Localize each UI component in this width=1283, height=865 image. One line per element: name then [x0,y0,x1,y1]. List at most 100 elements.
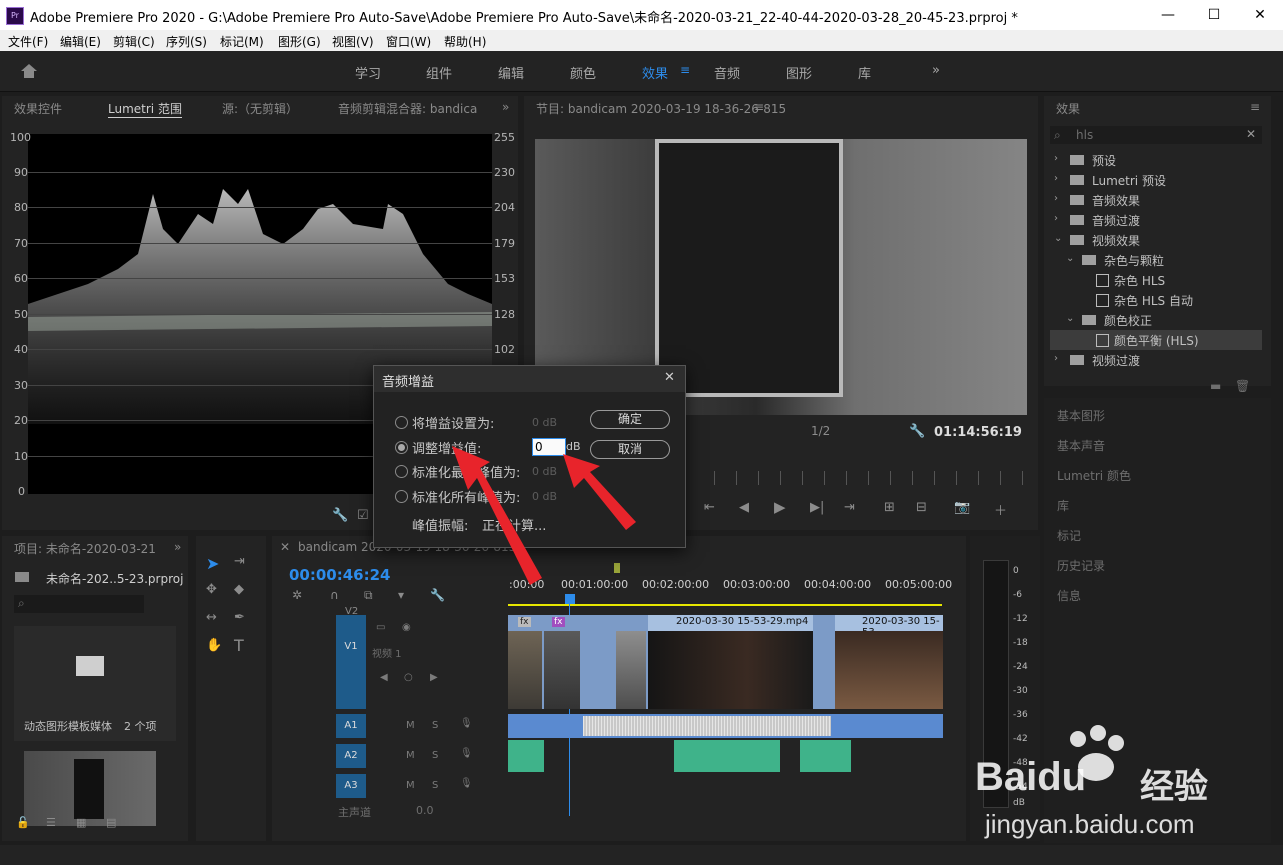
workspace-tab-audio[interactable]: 音频 [714,63,740,82]
mute-a1[interactable]: M [406,720,415,731]
effects-item-noise-hls[interactable]: 杂色 HLS [1050,270,1262,290]
effects-item-video-effects[interactable]: ⌄ 视频效果 [1050,230,1262,250]
dialog-close-button[interactable]: ✕ [664,370,675,385]
ok-button[interactable]: 确定 [590,410,670,429]
menu-file[interactable]: 文件(F) [8,33,48,50]
tab-lumetri-scopes[interactable]: Lumetri 范围 [108,100,182,118]
pen-tool-icon[interactable]: ✒ [234,610,245,625]
microphone-icon[interactable]: 🎙 [460,718,473,729]
menu-graphics[interactable]: 图形(G) [278,33,321,50]
add-marker-icon[interactable]: ▾ [398,588,404,602]
track-select-tool-icon[interactable]: ⇥ [234,554,245,569]
play-icon[interactable]: ▶ [774,498,786,516]
track-label-a3[interactable]: A3 [336,774,366,798]
microphone-icon[interactable]: 🎙 [460,748,473,759]
workspace-tab-graphics[interactable]: 图形 [786,63,812,82]
timeline-timecode[interactable]: 00:00:46:24 [289,566,391,584]
marker-icon[interactable] [614,563,620,573]
effects-item-lumetri-presets[interactable]: › Lumetri 预设 [1050,170,1262,190]
frame-forward-icon[interactable]: ▶| [810,500,824,515]
audio-clip-a1[interactable] [508,714,943,738]
step-forward-icon[interactable]: ⇥ [844,500,855,515]
monitor-ruler[interactable] [714,471,1034,485]
clip-thumbnail[interactable] [24,751,156,826]
workspace-overflow-button[interactable]: » [932,63,940,78]
nest-icon[interactable]: ✲ [292,588,302,602]
menu-clip[interactable]: 剪辑(C) [113,33,155,50]
radio-set-gain[interactable] [395,416,408,429]
audio-clip-a2[interactable] [800,740,851,772]
list-view-icon[interactable]: ☰ [46,816,56,829]
effects-item-audio-transitions[interactable]: › 音频过渡 [1050,210,1262,230]
program-menu-icon[interactable]: ≡ [754,100,764,114]
effects-search-input[interactable]: ⌕ hls ✕ [1050,126,1262,144]
lift-icon[interactable]: ⊞ [884,500,895,515]
minimize-button[interactable]: — [1145,0,1191,30]
effects-item-color-correction[interactable]: ⌄ 颜色校正 [1050,310,1262,330]
eye-icon[interactable]: ◉ [402,622,411,633]
tab-audio-clip-mixer[interactable]: 音频剪辑混合器: bandica [338,100,477,117]
settings-wrench-icon[interactable]: 🔧 [909,424,925,439]
cancel-button[interactable]: 取消 [590,440,670,459]
resolution-select[interactable]: 1/2 [811,424,830,438]
export-frame-icon[interactable]: 📷 [954,500,970,515]
menu-marker[interactable]: 标记(M) [220,33,264,50]
workspace-tab-assembly[interactable]: 组件 [426,63,452,82]
effects-item-noise-grain[interactable]: ⌄ 杂色与颗粒 [1050,250,1262,270]
adjust-gain-input[interactable]: 0 [532,438,566,456]
clear-search-icon[interactable]: ✕ [1246,127,1256,141]
solo-a1[interactable]: S [432,720,438,731]
hand-tool-icon[interactable]: ✋ [206,638,222,653]
selection-tool-icon[interactable]: ➤ [206,554,219,573]
workspace-tab-libraries[interactable]: 库 [858,63,871,82]
track-label-a1[interactable]: A1 [336,714,366,738]
solo-a2[interactable]: S [432,750,438,761]
tab-source[interactable]: 源:（无剪辑） [222,100,298,117]
panel-essential-graphics[interactable]: 基本图形 [1057,407,1105,424]
prev-keyframe-icon[interactable]: ◀ [380,672,388,683]
workspace-tab-editing[interactable]: 编辑 [498,63,524,82]
new-bin-icon[interactable]: ▬ [1210,379,1221,393]
workspace-tab-color[interactable]: 颜色 [570,63,596,82]
close-sequence-icon[interactable]: ✕ [280,540,290,554]
checkbox-icon[interactable]: ☑ [357,508,369,523]
menu-sequence[interactable]: 序列(S) [166,33,207,50]
panel-markers[interactable]: 标记 [1057,527,1081,544]
menu-edit[interactable]: 编辑(E) [60,33,101,50]
ripple-edit-tool-icon[interactable]: ✥ [206,582,217,597]
close-window-button[interactable]: ✕ [1237,0,1283,30]
linked-selection-icon[interactable]: ⧉ [364,588,373,603]
tab-effect-controls[interactable]: 效果控件 [14,100,62,117]
timeline-settings-icon[interactable]: 🔧 [430,588,445,602]
home-icon[interactable] [20,63,38,79]
wrench-icon[interactable]: 🔧 [332,508,348,523]
effects-menu-icon[interactable]: ≡ [1250,100,1260,114]
playhead-handle[interactable] [565,594,575,604]
panel-history[interactable]: 历史记录 [1057,557,1105,574]
menu-view[interactable]: 视图(V) [332,33,374,50]
radio-normalize-all[interactable] [395,490,408,503]
workspace-tab-learn[interactable]: 学习 [355,63,381,82]
selected-audio-clip[interactable] [583,716,831,736]
step-back-icon[interactable]: ⇤ [704,500,715,515]
toggle-sync-lock-icon[interactable]: ▭ [376,622,385,633]
bin-thumbnail[interactable]: 动态图形模板媒体 2 个项 [14,626,176,741]
freeform-view-icon[interactable]: ▤ [106,816,116,829]
effects-item-audio-effects[interactable]: › 音频效果 [1050,190,1262,210]
panel-overflow-icon[interactable]: » [502,100,509,114]
menu-help[interactable]: 帮助(H) [444,33,486,50]
panel-lumetri-color[interactable]: Lumetri 颜色 [1057,467,1131,484]
radio-adjust-gain[interactable] [395,441,408,454]
slip-tool-icon[interactable]: ↔ [206,610,217,625]
menu-window[interactable]: 窗口(W) [386,33,431,50]
lock-icon[interactable]: 🔓 [16,816,30,829]
trash-icon[interactable]: 🗑 [1235,379,1250,393]
snap-icon[interactable]: ∩ [330,588,339,602]
mute-a2[interactable]: M [406,750,415,761]
keyframe-icon[interactable]: ○ [404,672,413,683]
add-button-icon[interactable]: ＋ [994,500,1007,519]
effects-item-video-transitions[interactable]: › 视频过渡 [1050,350,1262,370]
razor-tool-icon[interactable]: ◆ [234,582,244,597]
effects-item-presets[interactable]: › 预设 [1050,150,1262,170]
track-label-v1[interactable]: V1 [336,615,366,709]
